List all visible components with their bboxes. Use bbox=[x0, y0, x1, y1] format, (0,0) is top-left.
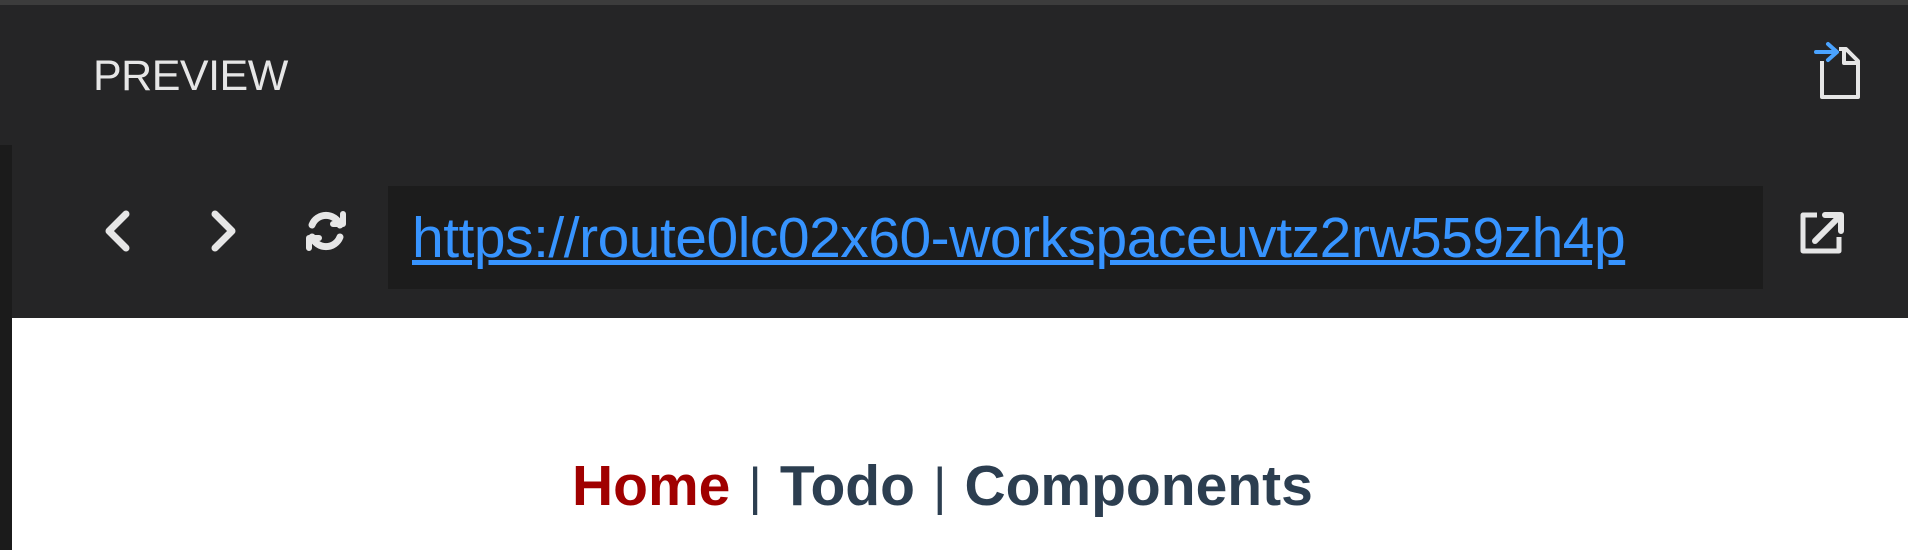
nav-link-components[interactable]: Components bbox=[964, 458, 1312, 515]
preview-panel: PREVIEW https://route0lc02x60-workspaceu… bbox=[12, 5, 1908, 550]
site-navigation: Home | Todo | Components bbox=[572, 458, 1313, 515]
open-preview-icon[interactable] bbox=[1808, 39, 1874, 105]
preview-toolbar: https://route0lc02x60-workspaceuvtz2rw55… bbox=[12, 150, 1908, 318]
refresh-icon[interactable] bbox=[296, 201, 356, 261]
nav-separator: | bbox=[748, 457, 762, 516]
url-text[interactable]: https://route0lc02x60-workspaceuvtz2rw55… bbox=[412, 210, 1626, 267]
left-editor-edge-lower bbox=[0, 145, 12, 550]
nav-link-home[interactable]: Home bbox=[572, 458, 730, 515]
preview-content: Home | Todo | Components bbox=[12, 318, 1908, 550]
panel-title: PREVIEW bbox=[93, 52, 288, 100]
nav-link-todo[interactable]: Todo bbox=[780, 458, 915, 515]
chevron-left-icon[interactable] bbox=[89, 201, 149, 261]
chevron-right-icon[interactable] bbox=[192, 201, 252, 261]
panel-header: PREVIEW bbox=[12, 5, 1908, 150]
nav-separator: | bbox=[932, 457, 947, 516]
url-input[interactable]: https://route0lc02x60-workspaceuvtz2rw55… bbox=[388, 186, 1763, 289]
external-link-icon[interactable] bbox=[1793, 205, 1851, 263]
